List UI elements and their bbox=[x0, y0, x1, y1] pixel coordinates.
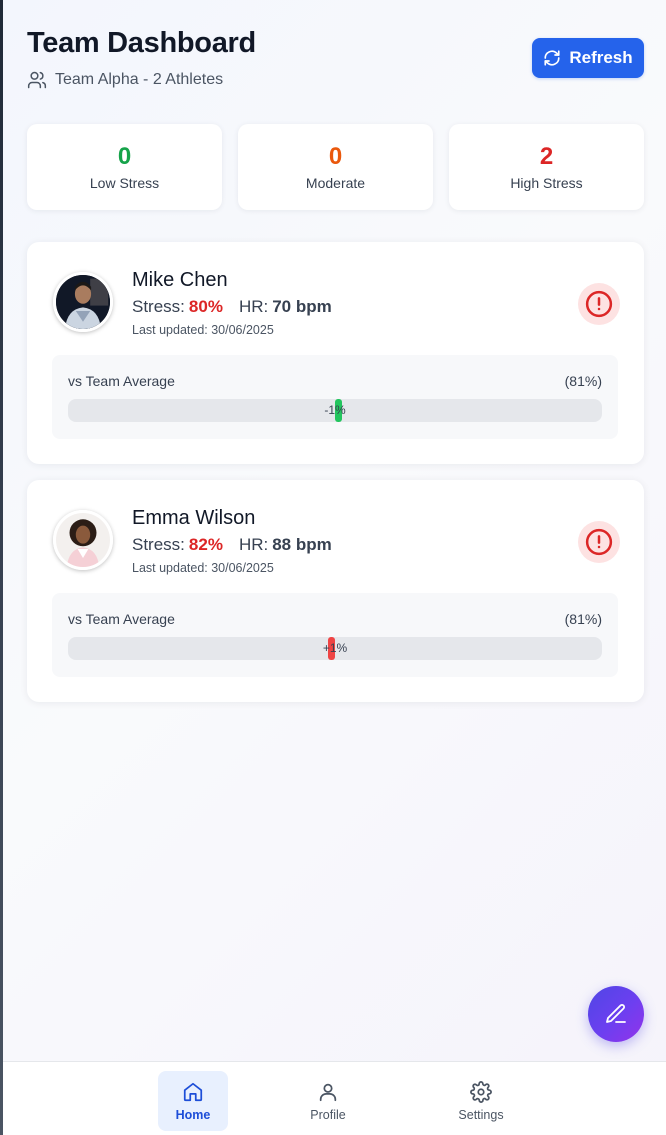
athlete-name: Emma Wilson bbox=[132, 507, 256, 529]
stress-label: Stress: bbox=[132, 535, 185, 554]
refresh-button[interactable]: Refresh bbox=[532, 38, 644, 78]
athlete-metrics: Stress: 80% HR: 70 bpm bbox=[132, 297, 332, 317]
athlete-card-mike-chen[interactable]: Mike Chen Stress: 80% HR: 70 bpm Last up… bbox=[27, 242, 644, 464]
stat-value: 2 bbox=[539, 143, 554, 170]
athlete-card-emma-wilson[interactable]: Emma Wilson Stress: 82% HR: 88 bpm Last … bbox=[27, 480, 644, 702]
stat-moderate: 0 Moderate bbox=[238, 124, 433, 210]
athlete-metrics: Stress: 82% HR: 88 bpm bbox=[132, 535, 332, 555]
home-icon bbox=[183, 1082, 203, 1101]
last-updated: Last updated: 30/06/2025 bbox=[132, 323, 274, 337]
edit-fab-button[interactable] bbox=[588, 986, 644, 1042]
bottom-navigation: Home Profile Settings bbox=[3, 1061, 666, 1135]
avatar-photo bbox=[56, 275, 110, 329]
comparison-bar: -1% bbox=[68, 399, 602, 422]
stat-label: High Stress bbox=[510, 175, 583, 191]
alert-icon[interactable] bbox=[578, 521, 620, 563]
refresh-button-label: Refresh bbox=[569, 48, 633, 67]
stat-low-stress: 0 Low Stress bbox=[27, 124, 222, 210]
avatar bbox=[53, 510, 113, 570]
comparison-bar-label: +1% bbox=[322, 641, 348, 655]
alert-icon[interactable] bbox=[578, 283, 620, 325]
last-updated: Last updated: 30/06/2025 bbox=[132, 561, 274, 575]
stat-label: Low Stress bbox=[89, 175, 160, 191]
stress-value: 80% bbox=[188, 297, 223, 316]
compare-label: vs Team Average bbox=[68, 611, 175, 627]
page-title: Team Dashboard bbox=[27, 27, 256, 59]
page-header: Team Dashboard Team Alpha - 2 Athletes R… bbox=[27, 26, 644, 96]
team-subtitle: Team Alpha - 2 Athletes bbox=[27, 70, 223, 90]
stat-value: 0 bbox=[117, 143, 132, 170]
stat-high-stress: 2 High Stress bbox=[449, 124, 644, 210]
comparison-bar: +1% bbox=[68, 637, 602, 660]
nav-item-label: Settings bbox=[458, 1107, 504, 1122]
compare-label: vs Team Average bbox=[68, 373, 175, 389]
nav-item-settings[interactable]: Settings bbox=[446, 1071, 516, 1131]
user-icon bbox=[319, 1083, 337, 1101]
athlete-name: Mike Chen bbox=[132, 269, 228, 291]
pencil-icon bbox=[606, 1004, 626, 1023]
users-icon bbox=[27, 71, 47, 89]
stress-summary: 0 Low Stress 0 Moderate 2 High Stress bbox=[27, 124, 644, 210]
team-average-comparison: vs Team Average (81%) -1% bbox=[52, 355, 618, 439]
team-subtitle-text: Team Alpha - 2 Athletes bbox=[55, 71, 224, 88]
nav-item-profile[interactable]: Profile bbox=[293, 1071, 363, 1131]
nav-item-label: Home bbox=[175, 1107, 211, 1122]
refresh-icon bbox=[544, 50, 560, 66]
hr-value: 88 bpm bbox=[272, 535, 332, 554]
nav-item-label: Profile bbox=[310, 1107, 346, 1122]
stat-value: 0 bbox=[328, 143, 343, 170]
hr-label: HR: bbox=[238, 297, 269, 316]
comparison-bar-label: -1% bbox=[324, 403, 346, 417]
nav-item-home[interactable]: Home bbox=[158, 1071, 228, 1131]
stress-label: Stress: bbox=[132, 297, 185, 316]
app-screen: Team Dashboard Team Alpha - 2 Athletes R… bbox=[3, 0, 666, 1135]
team-average-value: (81%) bbox=[564, 373, 602, 389]
team-average-value: (81%) bbox=[564, 611, 602, 627]
avatar-photo bbox=[56, 513, 110, 567]
gear-icon bbox=[470, 1080, 492, 1103]
avatar bbox=[53, 272, 113, 332]
stress-value: 82% bbox=[188, 535, 223, 554]
hr-value: 70 bpm bbox=[272, 297, 332, 316]
hr-label: HR: bbox=[238, 535, 269, 554]
stat-label: Moderate bbox=[305, 175, 366, 191]
team-average-comparison: vs Team Average (81%) +1% bbox=[52, 593, 618, 677]
